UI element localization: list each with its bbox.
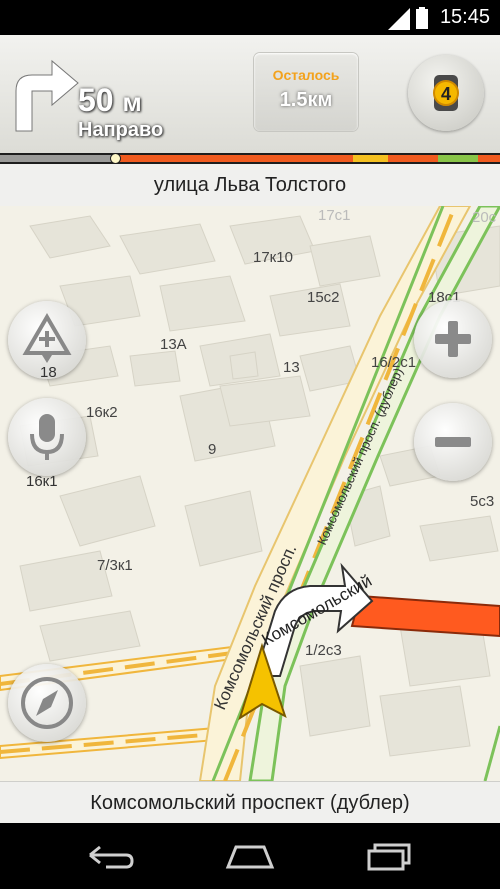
recent-apps-icon[interactable]	[365, 841, 415, 871]
building-label: 17с1	[318, 207, 351, 224]
building-label: 1/2с3	[305, 642, 342, 659]
remaining-value: 1.5км	[279, 89, 333, 111]
zoom-out-button[interactable]	[414, 403, 492, 481]
system-nav-bar	[0, 823, 500, 889]
building-label: 16к2	[86, 404, 118, 421]
traffic-button[interactable]: 4	[408, 55, 484, 131]
maneuver-panel: 50 м Направо Осталось 1.5км 4	[0, 35, 500, 153]
microphone-icon	[30, 414, 64, 460]
building-label: 16к1	[26, 473, 58, 490]
voice-search-button[interactable]	[8, 398, 86, 476]
next-street: Комсомольский проспект (дублер)	[90, 792, 410, 814]
traffic-light-icon: 4	[433, 75, 459, 111]
remaining-distance-box[interactable]: Осталось 1.5км	[254, 53, 358, 131]
remaining-label: Осталось	[272, 67, 340, 83]
progress-traffic-red-2	[388, 155, 438, 162]
building-label: 9	[208, 441, 216, 458]
current-street: улица Льва Толстого	[153, 174, 347, 196]
route-progress-bar	[0, 153, 500, 164]
building-label: 15с2	[307, 289, 340, 306]
compass-icon	[21, 677, 73, 729]
progress-passed	[0, 155, 115, 162]
minus-icon	[435, 437, 471, 447]
distance-value: 50	[78, 82, 114, 118]
status-bar: 15:45	[0, 0, 500, 35]
maneuver-direction: Направо	[78, 119, 164, 141]
building-label: 13	[283, 359, 300, 376]
progress-traffic-red-3	[478, 155, 500, 162]
progress-traffic-yellow	[353, 155, 388, 162]
signal-icon	[388, 8, 410, 30]
progress-traffic-green	[438, 155, 478, 162]
building-label: 7/3к1	[97, 557, 133, 574]
plus-icon	[435, 321, 471, 357]
zoom-in-button[interactable]	[414, 300, 492, 378]
compass-button[interactable]	[8, 664, 86, 742]
maneuver-distance: 50 м	[78, 82, 142, 119]
building-label: 5с3	[470, 493, 494, 510]
next-street-bar: Комсомольский проспект (дублер)	[0, 781, 500, 824]
battery-icon	[416, 7, 428, 29]
building-label: 13А	[160, 336, 187, 353]
distance-unit: м	[122, 87, 142, 117]
current-street-bar: улица Льва Толстого	[0, 164, 500, 207]
turn-right-icon	[15, 59, 79, 132]
home-icon[interactable]	[224, 841, 276, 871]
building-label: 17к10	[253, 249, 293, 266]
building-label: 20с	[472, 209, 497, 226]
status-time: 15:45	[439, 6, 490, 28]
progress-traffic-red	[118, 155, 353, 162]
events-count: 18	[40, 364, 57, 381]
traffic-level: 4	[441, 84, 451, 104]
map-view[interactable]: 17с1 20с 17к10 15с2 18с1 13А 13 16/2с1 1…	[0, 206, 500, 781]
progress-position-marker	[110, 153, 121, 164]
back-icon[interactable]	[86, 841, 136, 871]
